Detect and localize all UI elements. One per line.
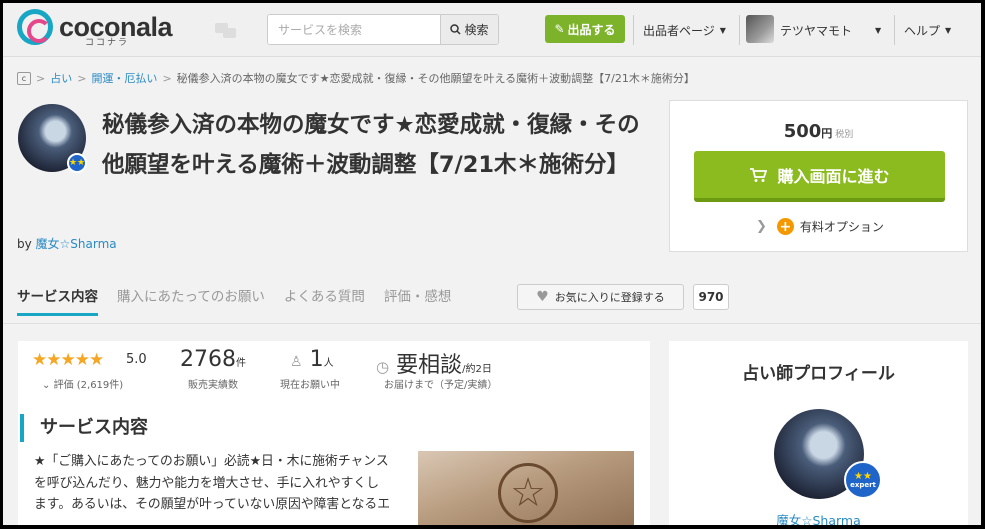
seller-page-menu[interactable]: 出品者ページ ▼: [643, 22, 726, 39]
favorite-button[interactable]: ♥ お気に入りに登録する: [517, 284, 684, 310]
header-divider: [739, 15, 740, 45]
chevron-right-icon: ❯: [756, 219, 767, 234]
cart-icon: [750, 167, 768, 182]
home-icon[interactable]: c: [17, 71, 31, 85]
expert-badge-label: expert: [850, 480, 876, 489]
chat-icon[interactable]: [215, 23, 237, 39]
chevron-down-icon: ▼: [875, 26, 882, 35]
breadcrumb-separator: >: [77, 71, 87, 85]
expert-badge-icon: ★★ expert: [844, 461, 882, 499]
chevron-down-icon: ⌄: [42, 380, 51, 391]
profile-name-link[interactable]: 魔女☆Sharma: [669, 510, 968, 525]
logo-mark-icon: [17, 9, 53, 45]
seller-profile-card: 占い師プロフィール ★★ expert 魔女☆Sharma: [669, 341, 968, 525]
search-input[interactable]: [268, 15, 440, 44]
buy-button[interactable]: 購入画面に進む: [694, 151, 945, 202]
delivery-value: 要相談: [396, 353, 463, 378]
paid-option-toggle[interactable]: ❯ + 有料オプション: [756, 218, 884, 235]
service-title: 秘儀参入済の本物の魔女です★恋愛成就・復縁・その他願望を叶える魔術＋波動調整【7…: [102, 112, 640, 178]
service-description: ★「ご購入にあたってのお願い」必読★日・木に施術チャンスを呼び込んだり、魅力や能…: [34, 454, 391, 512]
price: 500円 税別: [670, 121, 967, 142]
breadcrumb-current: 秘儀参入済の本物の魔女です★恋愛成就・復縁・その他願望を叶える魔術＋波動調整【7…: [176, 72, 695, 85]
price-value: 500: [783, 121, 822, 142]
search-button-label: 検索: [464, 23, 489, 37]
chevron-down-icon: ▼: [719, 26, 726, 35]
requests-value: 1: [309, 347, 324, 372]
tabs-divider: [3, 323, 981, 324]
purchase-box: 500円 税別 購入画面に進む ❯ + 有料オプション: [669, 100, 968, 252]
tab-purchase-requests[interactable]: 購入にあたってのお願い: [117, 285, 265, 316]
pentacle-icon: ☆: [498, 463, 558, 523]
sell-button-label: 出品する: [567, 22, 616, 37]
favorite-count: 970: [693, 284, 729, 310]
paid-option-label: 有料オプション: [799, 220, 884, 234]
page: coconala ココナラ 検索 ✎ 出品する 出品者ページ ▼ テツヤマモト …: [3, 3, 981, 525]
search-button[interactable]: 検索: [440, 15, 498, 44]
clock-icon: ◷: [376, 358, 390, 376]
logo-kana: ココナラ: [85, 38, 130, 48]
chevron-down-icon: ▼: [945, 26, 952, 35]
top-header: coconala ココナラ 検索 ✎ 出品する 出品者ページ ▼ テツヤマモト …: [3, 3, 981, 57]
breadcrumb-separator: >: [36, 71, 46, 85]
seller-page-label: 出品者ページ: [643, 24, 715, 38]
rank-badge-icon: ★★: [67, 153, 87, 173]
by-label: by: [17, 237, 32, 251]
sales-value: 2768: [180, 347, 236, 372]
requests-unit: 人: [323, 358, 334, 369]
delivery-estimate: /約2日: [462, 364, 492, 375]
plus-icon: +: [776, 218, 794, 235]
header-divider: [894, 15, 895, 45]
tab-service-content[interactable]: サービス内容: [17, 285, 98, 316]
help-label: ヘルプ: [904, 24, 941, 38]
breadcrumb-item-luck[interactable]: 開運・厄払い: [91, 70, 157, 86]
breadcrumb: c > 占い > 開運・厄払い > 秘儀参入済の本物の魔女です★恋愛成就・復縁・…: [17, 70, 695, 86]
search-box: 検索: [267, 14, 499, 45]
sales-unit: 件: [236, 358, 246, 369]
user-menu[interactable]: テツヤマモト ▼: [780, 22, 881, 39]
seller-link[interactable]: 魔女☆Sharma: [36, 237, 117, 251]
profile-title: 占い師プロフィール: [742, 364, 895, 384]
heart-icon: ♥: [536, 289, 549, 305]
search-icon: [450, 24, 462, 35]
price-currency: 円: [821, 127, 833, 140]
rating-value: 5.0: [126, 352, 147, 367]
service-detail-card: ★★★★★ 5.0 ⌄ 評価 (2,619件) 2768件 販売実績数 ♙ 1人…: [18, 341, 650, 525]
rating-count: 評価 (2,619件): [53, 380, 124, 391]
rating-stars: ★★★★★: [32, 350, 104, 370]
delivery-label: お届けまで（予定/実績）: [384, 380, 498, 391]
sales-label: 販売実績数: [188, 380, 238, 391]
sell-button[interactable]: ✎ 出品する: [545, 15, 625, 43]
user-name: テツヤマモト: [780, 24, 853, 38]
rating-count-toggle[interactable]: ⌄ 評価 (2,619件): [42, 376, 123, 391]
delivery-time: ◷ 要相談/約2日: [376, 347, 492, 379]
help-menu[interactable]: ヘルプ ▼: [904, 22, 951, 39]
tab-faq[interactable]: よくある質問: [284, 285, 365, 316]
breadcrumb-item-fortune[interactable]: 占い: [50, 70, 72, 86]
people-icon: ♙: [290, 354, 303, 370]
request-count: ♙ 1人: [290, 347, 334, 372]
by-line: by 魔女☆Sharma: [17, 235, 117, 252]
breadcrumb-separator: >: [162, 71, 172, 85]
service-tabs: サービス内容 購入にあたってのお願い よくある質問 評価・感想: [17, 285, 470, 316]
service-image[interactable]: ☆: [418, 451, 634, 525]
pencil-icon: ✎: [554, 22, 565, 36]
favorite-button-label: お気に入りに登録する: [554, 291, 665, 304]
user-avatar[interactable]: [746, 15, 774, 43]
service-content-heading: サービス内容: [20, 414, 148, 442]
tax-note: 税別: [835, 130, 854, 140]
header-divider: [633, 15, 634, 45]
tab-reviews[interactable]: 評価・感想: [384, 285, 452, 316]
sales-count: 2768件: [180, 347, 246, 372]
buy-button-label: 購入画面に進む: [777, 166, 890, 186]
requests-label: 現在お願い中: [280, 380, 340, 391]
